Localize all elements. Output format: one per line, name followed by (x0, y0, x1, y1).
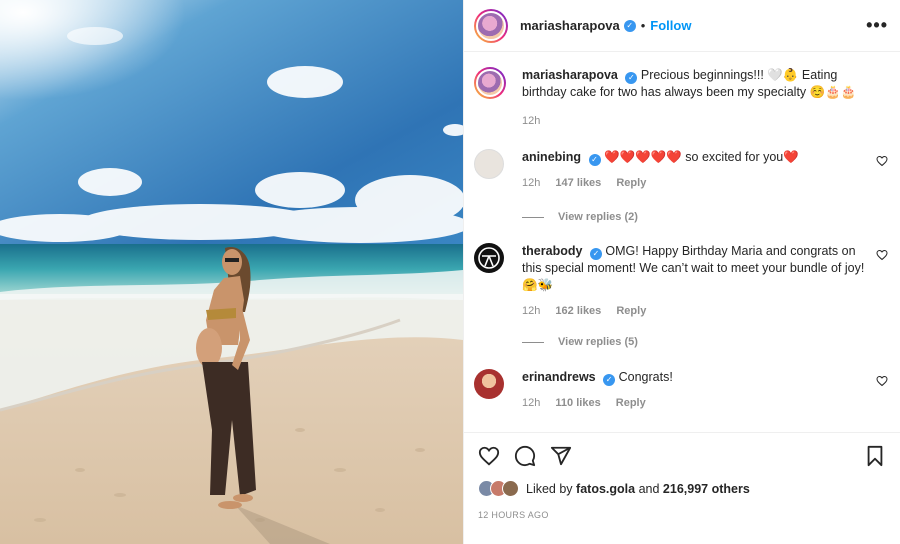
caption: mariasharapova ✓ Precious beginnings!!! … (474, 67, 890, 130)
verified-icon: ✓ (623, 19, 636, 32)
avatar[interactable] (474, 8, 508, 43)
reply-button[interactable]: Reply (616, 305, 646, 317)
comment-likes[interactable]: 147 likes (555, 177, 601, 189)
post-header: mariasharapova ✓ • Follow ••• (464, 0, 900, 52)
action-bar (464, 432, 900, 478)
reply-button[interactable]: Reply (616, 177, 646, 189)
heart-icon[interactable] (876, 155, 888, 167)
separator-dot: • (640, 18, 646, 33)
caption-time: 12h (522, 115, 541, 127)
verified-icon: ✓ (588, 154, 601, 166)
view-replies-label: View replies (2) (558, 211, 638, 223)
avatar[interactable] (474, 369, 504, 399)
comment-time: 12h (522, 397, 541, 409)
caption-meta: 12h (522, 113, 870, 130)
verified-icon: ✓ (625, 72, 638, 84)
comment-username[interactable]: therabody (522, 244, 582, 258)
avatar[interactable] (474, 67, 506, 99)
likes-prefix: Liked by (526, 481, 573, 496)
comment-item: aninebing ✓ ❤️❤️❤️❤️❤️ so excited for yo… (474, 149, 890, 192)
post-side-panel: mariasharapova ✓ • Follow ••• mariashara… (463, 0, 900, 544)
comment-username[interactable]: aninebing (522, 150, 581, 164)
avatar[interactable] (502, 480, 519, 497)
comment-item: erinandrews ✓ Congrats! 12h 110 likes Re… (474, 369, 890, 412)
comment-meta: 12h 162 likes Reply (522, 303, 870, 320)
comment-username[interactable]: erinandrews (522, 370, 596, 384)
comment-likes[interactable]: 162 likes (555, 305, 601, 317)
comment-meta: 12h 110 likes Reply (522, 395, 870, 412)
therabody-logo-icon (478, 247, 500, 269)
caption-username[interactable]: mariasharapova (522, 68, 618, 82)
post-photo[interactable] (0, 0, 463, 544)
more-icon[interactable]: ••• (866, 15, 888, 36)
verified-icon: ✓ (589, 248, 602, 260)
view-replies-button[interactable]: View replies (2) (522, 211, 638, 223)
post-timestamp: 12 HOURS AGO (478, 510, 549, 520)
heart-icon[interactable] (478, 445, 500, 467)
instagram-post: mariasharapova ✓ • Follow ••• mariashara… (0, 0, 900, 544)
comment-likes[interactable]: 110 likes (555, 397, 600, 409)
verified-icon: ✓ (603, 374, 616, 386)
comment-text: Congrats! (618, 370, 673, 384)
comment-icon[interactable] (514, 445, 536, 467)
likes-connector: and (638, 481, 660, 496)
avatar[interactable] (474, 243, 504, 273)
comment-text: ❤️❤️❤️❤️❤️ so excited for you❤️ (604, 150, 799, 164)
liker-username[interactable]: fatos.gola (576, 482, 635, 496)
likes-count[interactable]: 216,997 others (663, 482, 750, 496)
divider-line (522, 341, 544, 343)
follow-button[interactable]: Follow (650, 18, 691, 33)
comment-meta: 12h 147 likes Reply (522, 175, 870, 192)
liker-avatars (478, 480, 519, 497)
bookmark-icon[interactable] (864, 445, 886, 467)
heart-icon[interactable] (876, 375, 888, 387)
view-replies-button[interactable]: View replies (5) (522, 336, 638, 348)
heart-icon[interactable] (876, 249, 888, 261)
comments-list[interactable]: mariasharapova ✓ Precious beginnings!!! … (464, 53, 900, 431)
likes-summary: Liked by fatos.gola and 216,997 others (478, 480, 750, 497)
comment-time: 12h (522, 305, 541, 317)
share-icon[interactable] (550, 445, 572, 467)
comment-item: therabody ✓ OMG! Happy Birthday Maria an… (474, 243, 890, 320)
header-username[interactable]: mariasharapova (520, 18, 620, 33)
view-replies-label: View replies (5) (558, 336, 638, 348)
reply-button[interactable]: Reply (616, 397, 646, 409)
comment-time: 12h (522, 177, 541, 189)
divider-line (522, 216, 544, 218)
avatar[interactable] (474, 149, 504, 179)
